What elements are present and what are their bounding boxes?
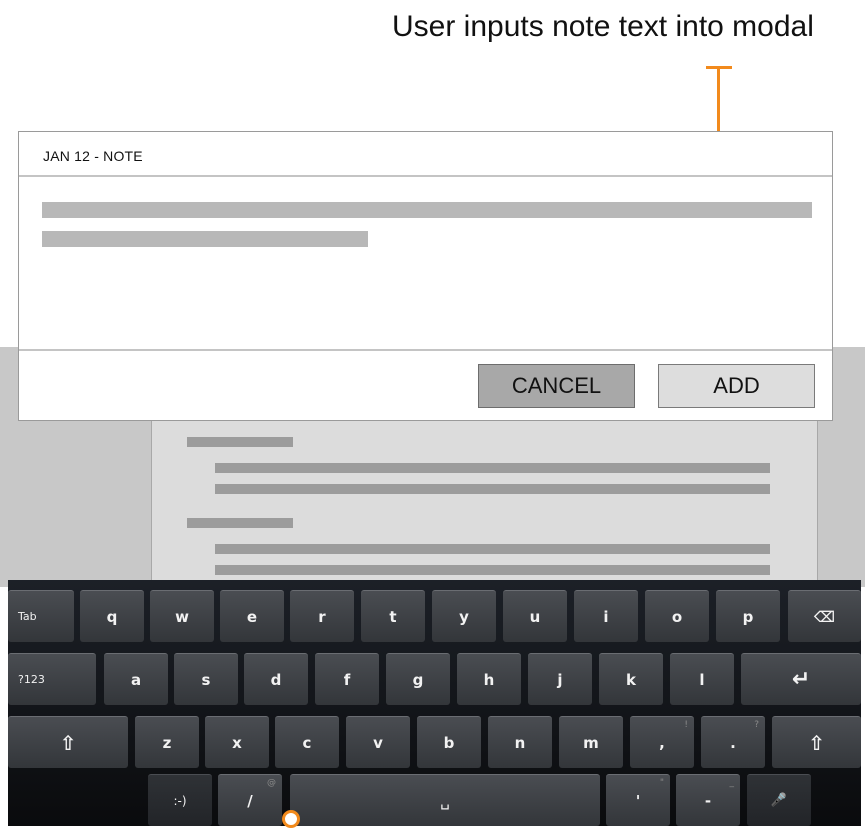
key-comma-hint: ! [684, 720, 688, 730]
key-dash[interactable]: - _ [676, 774, 740, 826]
cancel-button[interactable]: CANCEL [478, 364, 635, 408]
key-g[interactable]: g [386, 653, 450, 705]
key-dash-hint: _ [729, 778, 735, 788]
background-text-placeholder [215, 544, 770, 554]
key-u[interactable]: u [503, 590, 567, 642]
key-x[interactable]: x [205, 716, 269, 768]
key-e[interactable]: e [220, 590, 284, 642]
shift-icon[interactable]: ⇧ [772, 716, 861, 768]
annotation-stem [717, 66, 720, 138]
key-k[interactable]: k [599, 653, 663, 705]
key-comma[interactable]: , ! [630, 716, 694, 768]
key-space[interactable]: ␣ [290, 774, 600, 826]
note-text-area[interactable] [19, 177, 832, 349]
annotation-text: User inputs note text into modal [392, 10, 814, 43]
note-modal: JAN 12 - NOTE CANCEL ADD [18, 131, 833, 421]
key-z[interactable]: z [135, 716, 199, 768]
key-smiley[interactable]: :-) [148, 774, 212, 826]
note-text-placeholder-line [42, 231, 368, 247]
key-b[interactable]: b [417, 716, 481, 768]
key-o[interactable]: o [645, 590, 709, 642]
key-f[interactable]: f [315, 653, 379, 705]
key-n[interactable]: n [488, 716, 552, 768]
key-m[interactable]: m [559, 716, 623, 768]
note-text-placeholder-line [42, 202, 812, 218]
key-j[interactable]: j [528, 653, 592, 705]
key-d[interactable]: d [244, 653, 308, 705]
key-slash-label: / [247, 791, 253, 810]
shift-icon[interactable]: ⇧ [8, 716, 128, 768]
key-slash[interactable]: / @ [218, 774, 282, 826]
background-heading-placeholder [187, 518, 293, 528]
modal-title: JAN 12 - NOTE [43, 148, 143, 164]
key-tab[interactable]: Tab [8, 590, 74, 642]
background-heading-placeholder [187, 437, 293, 447]
key-symbols[interactable]: ?123 [8, 653, 96, 705]
key-apostrophe[interactable]: ' " [606, 774, 670, 826]
backspace-icon[interactable]: ⌫ [788, 590, 861, 642]
on-screen-keyboard: Tab q w e r t y u i o p ⌫ ?123 a s d f g… [8, 580, 861, 826]
key-period-hint: ? [754, 720, 759, 730]
microphone-icon[interactable]: 🎤 [747, 774, 811, 826]
background-text-placeholder [215, 565, 770, 575]
key-l[interactable]: l [670, 653, 734, 705]
key-apostrophe-hint: " [659, 778, 664, 788]
modal-footer-divider [19, 349, 832, 351]
key-apostrophe-label: ' [635, 791, 641, 810]
key-period-label: . [730, 733, 736, 752]
key-s[interactable]: s [174, 653, 238, 705]
key-v[interactable]: v [346, 716, 410, 768]
background-content-panel [151, 420, 818, 587]
key-t[interactable]: t [361, 590, 425, 642]
background-text-placeholder [215, 463, 770, 473]
key-c[interactable]: c [275, 716, 339, 768]
enter-icon[interactable]: ↵ [741, 653, 861, 705]
background-text-placeholder [215, 484, 770, 494]
key-a[interactable]: a [104, 653, 168, 705]
key-i[interactable]: i [574, 590, 638, 642]
key-p[interactable]: p [716, 590, 780, 642]
key-w[interactable]: w [150, 590, 214, 642]
key-dash-label: - [704, 791, 712, 810]
key-h[interactable]: h [457, 653, 521, 705]
key-period[interactable]: . ? [701, 716, 765, 768]
key-y[interactable]: y [432, 590, 496, 642]
annotation-dot [282, 810, 300, 828]
key-q[interactable]: q [80, 590, 144, 642]
key-comma-label: , [659, 733, 665, 752]
key-slash-hint: @ [267, 778, 276, 788]
key-r[interactable]: r [290, 590, 354, 642]
add-button[interactable]: ADD [658, 364, 815, 408]
